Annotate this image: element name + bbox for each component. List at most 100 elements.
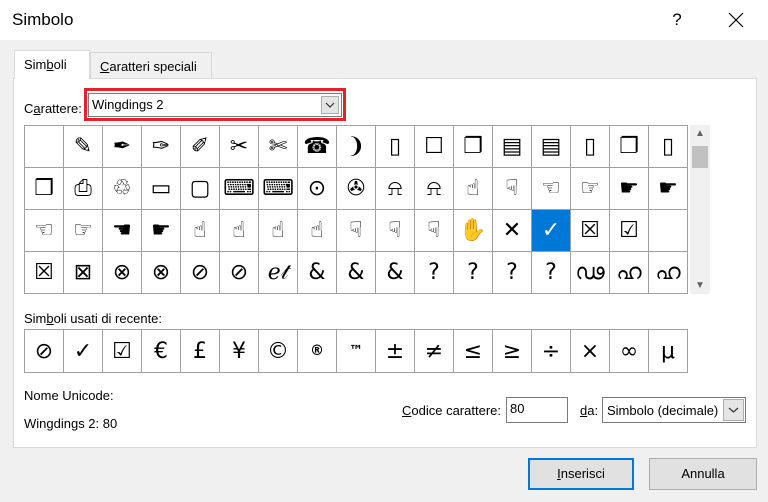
scroll-down-icon[interactable]: ▼	[690, 277, 710, 294]
symbol-cell[interactable]: ✋	[454, 210, 493, 252]
symbol-cell[interactable]: ▢	[181, 168, 220, 210]
symbol-cell[interactable]: ?	[415, 252, 454, 294]
symbol-cell[interactable]: ✕	[493, 210, 532, 252]
symbol-cell[interactable]: ☞	[571, 168, 610, 210]
recent-symbol-cell[interactable]: ≥	[493, 330, 532, 373]
from-dropdown[interactable]: Simbolo (decimale)	[602, 397, 746, 423]
symbol-cell[interactable]: ☝	[298, 210, 337, 252]
symbol-cell[interactable]: ▯	[649, 126, 688, 168]
symbol-cell[interactable]: ☑	[610, 210, 649, 252]
recent-symbol-cell[interactable]: ©	[259, 330, 298, 373]
symbol-cell[interactable]	[649, 210, 688, 252]
symbol-cell[interactable]: ✄	[259, 126, 298, 168]
symbol-cell[interactable]: ▤	[532, 126, 571, 168]
symbol-cell[interactable]: &	[298, 252, 337, 294]
symbol-cell[interactable]: ☛	[649, 168, 688, 210]
symbol-cell[interactable]: ⍾	[415, 168, 454, 210]
tab-simboli[interactable]: Simboli	[14, 50, 90, 79]
symbol-cell[interactable]: ✓	[532, 210, 571, 252]
symbol-cell[interactable]: ▯	[376, 126, 415, 168]
recent-symbol-cell[interactable]: μ	[649, 330, 688, 373]
recent-symbol-cell[interactable]: ÷	[532, 330, 571, 373]
symbol-cell[interactable]: ☟	[415, 210, 454, 252]
symbol-cell[interactable]: ☎	[298, 126, 337, 168]
symbol-cell[interactable]: ☟	[376, 210, 415, 252]
symbol-cell[interactable]: &	[337, 252, 376, 294]
symbol-cell[interactable]: ?	[493, 252, 532, 294]
symbol-cell[interactable]: ℯ𝓉	[259, 252, 298, 294]
insert-button[interactable]: Inserisci	[528, 458, 634, 490]
symbol-cell[interactable]: ❒	[25, 168, 64, 210]
symbol-cell[interactable]: ഹ	[649, 252, 688, 294]
symbol-cell[interactable]: ഢ	[571, 252, 610, 294]
symbol-cell[interactable]: ☚	[103, 210, 142, 252]
symbol-cell[interactable]: ⊙	[298, 168, 337, 210]
symbol-cell[interactable]: ✒	[103, 126, 142, 168]
symbol-cell[interactable]: ⊗	[142, 252, 181, 294]
symbol-cell[interactable]: ▭	[142, 168, 181, 210]
symbol-cell[interactable]	[25, 126, 64, 168]
symbol-cell[interactable]: ☟	[337, 210, 376, 252]
recent-symbol-cell[interactable]: ¥	[220, 330, 259, 373]
symbol-cell[interactable]: ✇	[337, 168, 376, 210]
symbol-cell[interactable]: ♲	[103, 168, 142, 210]
symbol-cell[interactable]: ⍾	[376, 168, 415, 210]
scroll-thumb[interactable]	[692, 146, 708, 168]
cancel-button[interactable]: Annulla	[649, 458, 757, 490]
symbol-cell[interactable]: ☞	[64, 210, 103, 252]
recent-symbol-cell[interactable]: ®	[298, 330, 337, 373]
symbol-cell[interactable]: ⊘	[181, 252, 220, 294]
symbol-cell[interactable]: ✎	[64, 126, 103, 168]
symbol-cell[interactable]: ☝	[181, 210, 220, 252]
symbol-cell[interactable]: ☝	[220, 210, 259, 252]
recent-symbol-cell[interactable]: £	[181, 330, 220, 373]
close-button[interactable]	[716, 4, 756, 36]
symbol-cell[interactable]: &	[376, 252, 415, 294]
symbol-cell[interactable]: ❩	[337, 126, 376, 168]
symbol-cell[interactable]: ⊘	[220, 252, 259, 294]
recent-symbol-cell[interactable]: ™	[337, 330, 376, 373]
symbol-cell[interactable]: ⌨	[259, 168, 298, 210]
symbol-cell[interactable]: ☐	[415, 126, 454, 168]
scroll-up-icon[interactable]: ▲	[690, 125, 710, 142]
tab-caratteri-speciali[interactable]: Caratteri speciali	[90, 52, 212, 79]
symbol-cell[interactable]: ⊠	[64, 252, 103, 294]
symbol-cell[interactable]: ▯	[571, 126, 610, 168]
dropdown-arrow[interactable]	[723, 399, 744, 421]
recent-symbol-cell[interactable]: ⊘	[25, 330, 64, 373]
recent-symbol-cell[interactable]: €	[142, 330, 181, 373]
symbol-cell[interactable]: ☒	[25, 252, 64, 294]
symbol-cell[interactable]: ?	[532, 252, 571, 294]
symbol-cell[interactable]: ?	[454, 252, 493, 294]
symbol-cell[interactable]: ⊗	[103, 252, 142, 294]
symbol-cell[interactable]: ☒	[571, 210, 610, 252]
font-dropdown[interactable]: Wingdings 2	[88, 93, 342, 117]
character-code-input[interactable]: 80	[506, 397, 568, 423]
symbol-cell[interactable]: ❐	[610, 126, 649, 168]
symbol-cell[interactable]: ✐	[181, 126, 220, 168]
symbol-cell[interactable]: ▤	[493, 126, 532, 168]
symbol-cell[interactable]: ⌨	[220, 168, 259, 210]
symbol-cell[interactable]: ☝	[259, 210, 298, 252]
recent-symbol-cell[interactable]: ✓	[64, 330, 103, 373]
symbol-cell[interactable]: ☜	[532, 168, 571, 210]
symbol-cell[interactable]: ❐	[454, 126, 493, 168]
symbol-cell[interactable]: ✂	[220, 126, 259, 168]
recent-symbol-cell[interactable]: ±	[376, 330, 415, 373]
symbol-cell[interactable]: ✑	[142, 126, 181, 168]
symbol-cell[interactable]: ☛	[610, 168, 649, 210]
recent-symbol-cell[interactable]: ☑	[103, 330, 142, 373]
symbol-grid-scrollbar[interactable]: ▲ ▼	[690, 125, 710, 294]
symbol-cell[interactable]: ⎙	[64, 168, 103, 210]
help-button[interactable]: ?	[662, 6, 692, 34]
dropdown-arrow[interactable]	[321, 96, 339, 114]
symbol-cell[interactable]: ഹ	[610, 252, 649, 294]
symbol-cell[interactable]: ☟	[493, 168, 532, 210]
symbol-cell[interactable]: ☜	[25, 210, 64, 252]
recent-symbol-cell[interactable]: ≠	[415, 330, 454, 373]
symbol-cell[interactable]: ☛	[142, 210, 181, 252]
recent-symbol-cell[interactable]: ×	[571, 330, 610, 373]
symbol-cell[interactable]: ☝	[454, 168, 493, 210]
recent-symbol-cell[interactable]: ≤	[454, 330, 493, 373]
recent-symbol-cell[interactable]: ∞	[610, 330, 649, 373]
